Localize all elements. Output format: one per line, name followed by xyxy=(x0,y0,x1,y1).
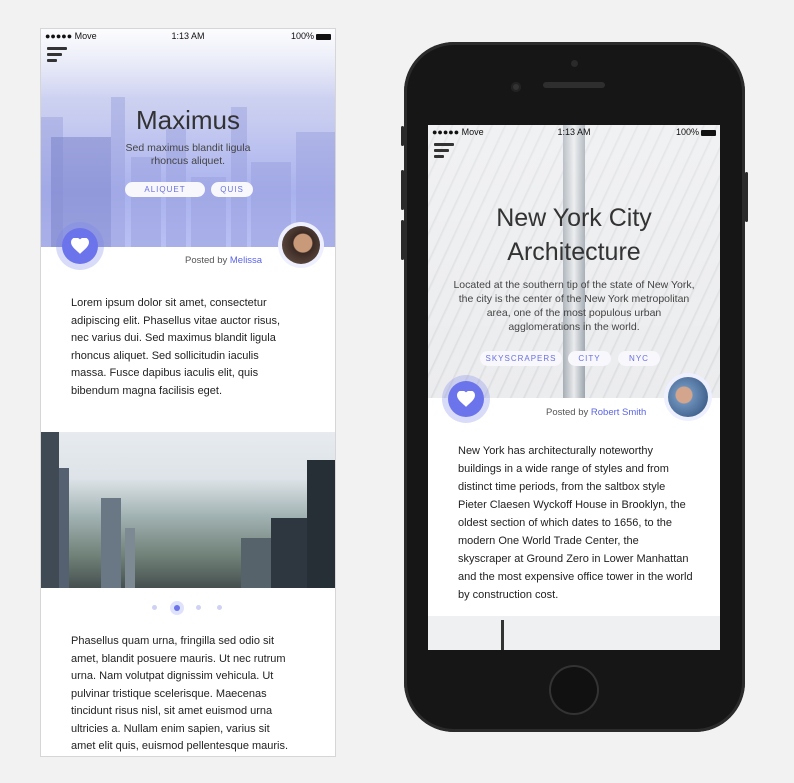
article-paragraph-2: Phasellus quam urna, fringilla sed odio … xyxy=(71,635,289,752)
phone-screen: ●●●●● Move 1:13 AM 100% New York City Ar… xyxy=(428,125,720,650)
speaker xyxy=(543,82,605,88)
article-paragraph-1: Lorem ipsum dolor sit amet, consectetur … xyxy=(71,297,281,397)
left-screen: ●●●●● Move 1:13 AM 100% Maximus Sed maxi… xyxy=(40,28,336,757)
status-bar: ●●●●● Move 1:13 AM 100% xyxy=(41,29,335,43)
favorite-button[interactable] xyxy=(442,375,490,423)
carousel-dot[interactable] xyxy=(196,605,201,610)
article-photo xyxy=(428,616,720,650)
tag-city[interactable]: CITY xyxy=(568,351,611,366)
phone-frame: ●●●●● Move 1:13 AM 100% New York City Ar… xyxy=(401,42,748,732)
article-photo xyxy=(41,432,335,588)
page-subtitle: Sed maximus blandit ligula rhoncus aliqu… xyxy=(125,142,251,167)
posted-by: Posted by Melissa xyxy=(185,255,263,266)
status-bar: ●●●●● Move 1:13 AM 100% xyxy=(428,125,720,139)
author-link[interactable]: Melissa xyxy=(230,255,262,266)
hamburger-menu-icon[interactable] xyxy=(434,143,454,158)
page-title: Maximus xyxy=(135,105,240,135)
page-title: New York City Architecture xyxy=(496,204,652,266)
tag-skyscrapers[interactable]: SKYSCRAPERS xyxy=(480,351,562,366)
battery-label: 100% xyxy=(675,127,699,137)
page-subtitle: Located at the southern tip of the state… xyxy=(453,279,695,333)
author-link[interactable]: Robert Smith xyxy=(591,407,646,418)
battery-icon xyxy=(316,33,331,40)
carousel-indicator xyxy=(41,599,335,615)
battery-icon xyxy=(701,129,716,136)
camera xyxy=(511,82,521,92)
tag-quis[interactable]: QUIS xyxy=(211,182,253,197)
hero-image xyxy=(41,29,335,247)
avatar[interactable] xyxy=(278,222,324,268)
carousel-dot[interactable] xyxy=(217,605,222,610)
carousel-dot-active[interactable] xyxy=(170,601,184,615)
heart-icon xyxy=(457,391,475,407)
favorite-button[interactable] xyxy=(56,222,104,270)
carousel-dot[interactable] xyxy=(152,605,157,610)
heart-icon xyxy=(71,238,89,254)
tag-aliquet[interactable]: ALIQUET xyxy=(125,182,205,197)
article-paragraph: New York has architecturally noteworthy … xyxy=(458,445,693,601)
battery-label: 100% xyxy=(290,31,314,41)
hamburger-menu-icon[interactable] xyxy=(47,47,67,62)
avatar[interactable] xyxy=(664,373,712,421)
posted-by: Posted by Robert Smith xyxy=(546,407,647,418)
home-button[interactable] xyxy=(551,667,597,713)
tag-nyc[interactable]: NYC xyxy=(618,351,660,366)
